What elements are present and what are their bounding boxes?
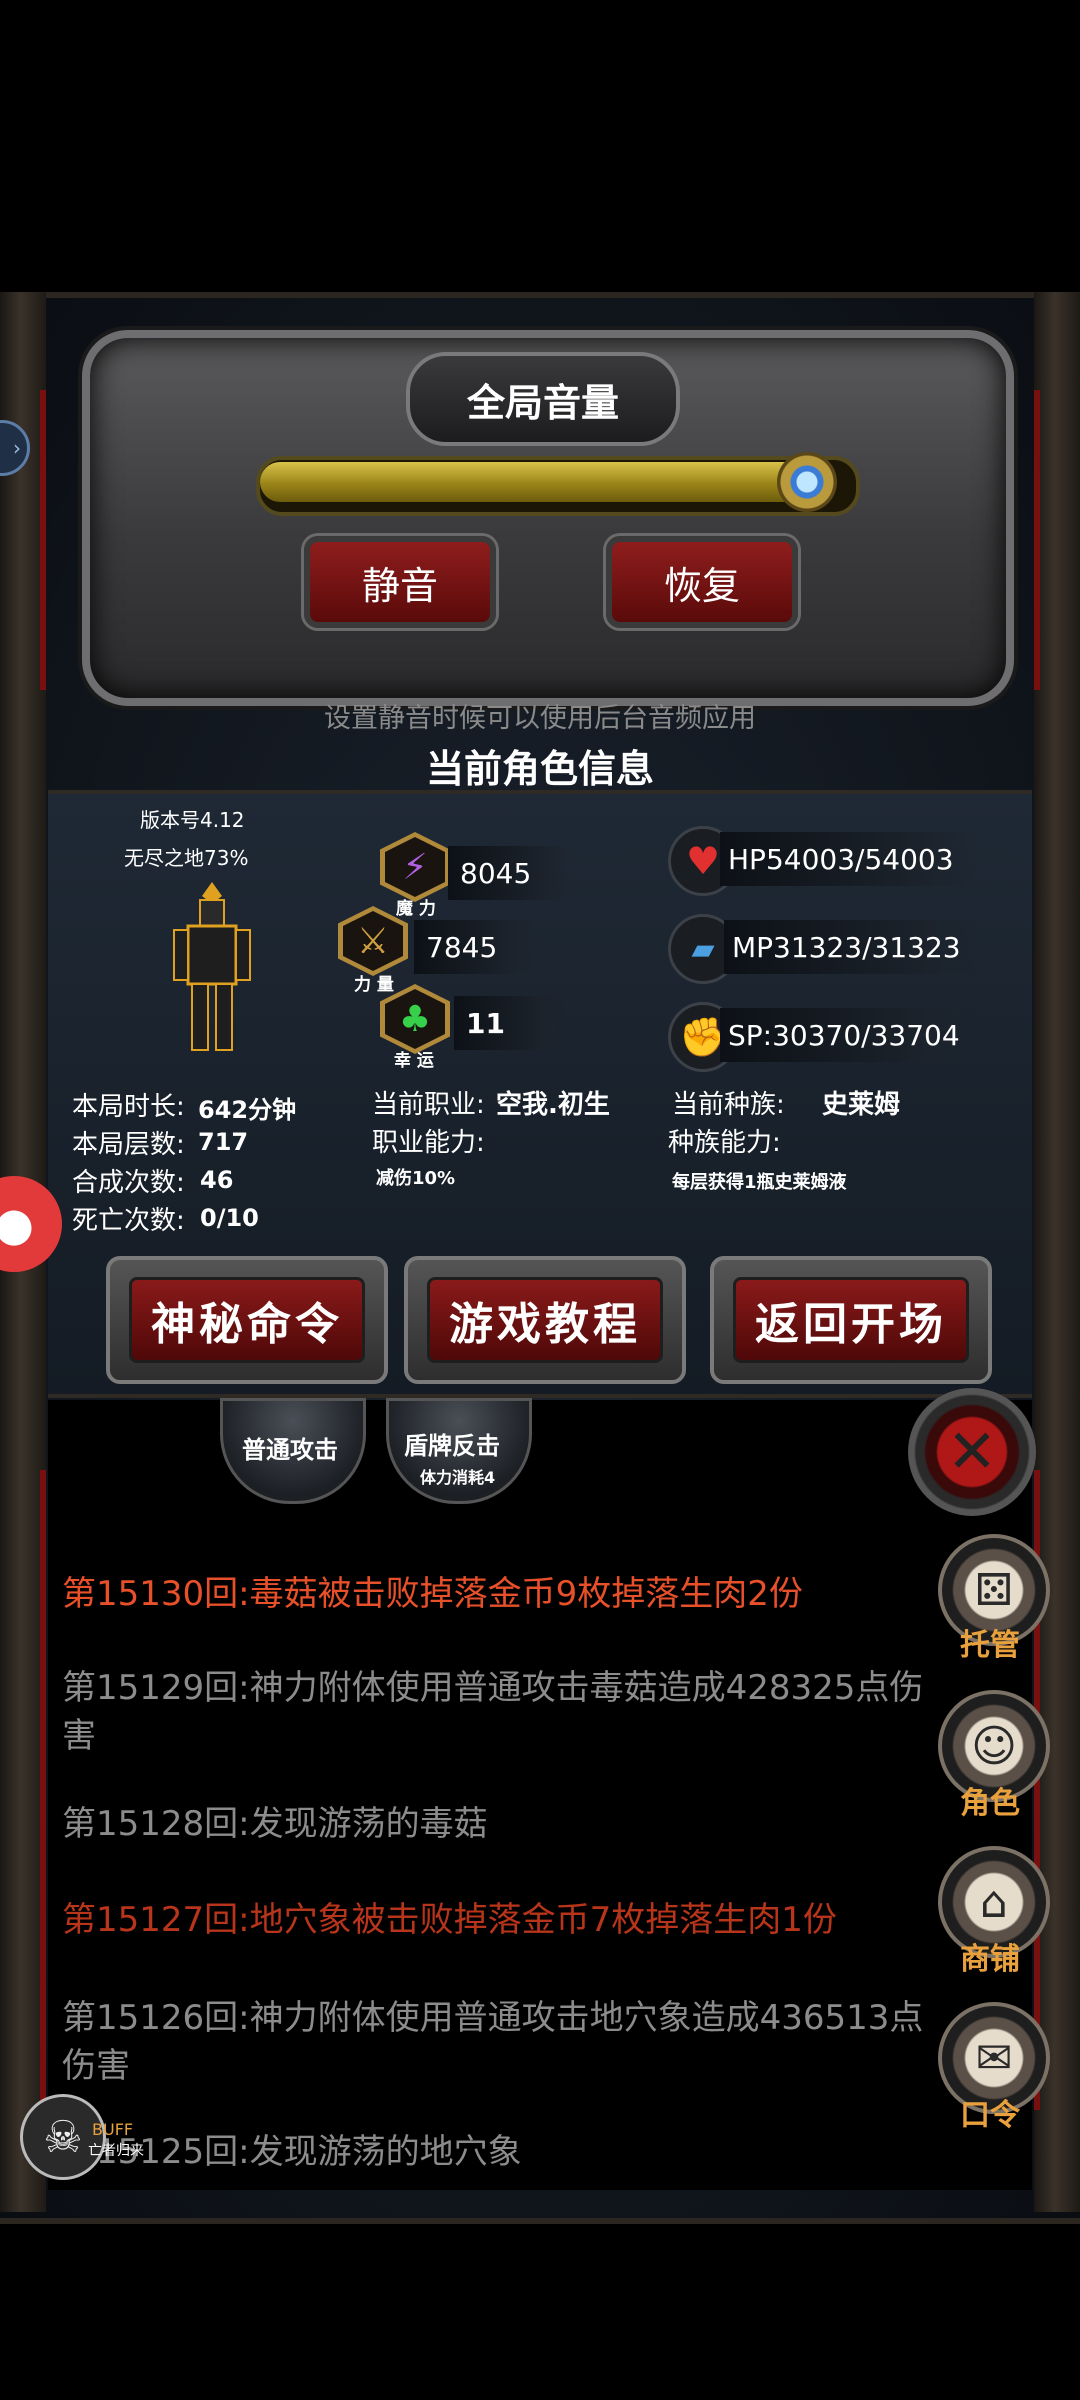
magic-value: 8045 [448,846,570,900]
strength-value: 7845 [414,920,536,974]
log-entry: 第15126回:神力附体使用普通攻击地穴象造成436513点伤害 [62,1998,924,2086]
normal-attack-label: 普通攻击 [242,1436,338,1464]
run-floors-label: 本局层数: [72,1130,185,1160]
back-to-start-label: 返回开场 [733,1277,969,1363]
job-value: 空我.初生 [496,1090,610,1120]
run-time-label: 本局时长: [72,1092,185,1122]
log-entry: 第15125回:发现游荡的地穴象 [62,2132,522,2166]
merge-count-label: 合成次数: [72,1168,185,1198]
auto-play-label[interactable]: 托管 [950,1620,1030,1664]
luck-label: 幸 运 [394,1051,434,1071]
luck-value: 11 [454,996,566,1050]
red-rail [1034,390,1040,690]
log-entry: 第15127回:地穴象被击败掉落金币7枚掉落生肉1份 [62,1900,837,1940]
version-label: 版本号4.12 [140,808,245,832]
character-sprite [173,882,251,1051]
death-count-label: 死亡次数: [72,1206,185,1236]
strength-label: 力 量 [354,975,394,995]
race-ability-label: 种族能力: [668,1128,781,1158]
run-time-value: 642分钟 [198,1096,297,1124]
job-ability-label: 职业能力: [372,1128,485,1158]
role-label[interactable]: 角色 [950,1778,1030,1822]
realm-progress: 无尽之地73% [124,846,249,870]
red-rail [40,390,46,690]
volume-hint: 设置静音时候可以使用后台音频应用 [324,703,756,734]
buff-tag: BUFF [92,2120,134,2139]
log-entry: 第15129回:神力附体使用普通攻击毒菇造成428325点伤害 [62,1668,924,1756]
volume-slider-knob[interactable] [777,452,837,512]
mp-value: MP31323/31323 [724,920,982,974]
shield-counter-label: 盾牌反击 [404,1432,500,1460]
death-count-value: 0/10 [200,1204,259,1232]
hp-value: HP54003/54003 [720,832,978,886]
mute-button[interactable]: 静音 [304,536,496,628]
tutorial-button[interactable]: 游戏教程 [404,1256,686,1384]
secret-command-label: 神秘命令 [129,1277,365,1363]
log-entry: 第15128回:发现游荡的毒菇 [62,1804,488,1844]
command-label[interactable]: 口令 [950,2090,1030,2134]
secret-command-button[interactable]: 神秘命令 [106,1256,388,1384]
race-ability-value: 每层获得1瓶史莱姆液 [672,1172,847,1193]
restore-button[interactable]: 恢复 [606,536,798,628]
merge-count-value: 46 [200,1166,234,1194]
race-label: 当前种族: [672,1090,785,1120]
volume-slider-fill [260,462,811,502]
volume-title: 全局音量 [406,352,680,446]
tutorial-label: 游戏教程 [427,1277,663,1363]
shop-label[interactable]: 商铺 [950,1934,1030,1978]
back-to-start-button[interactable]: 返回开场 [710,1256,992,1384]
run-floors-value: 717 [198,1128,249,1156]
character-section-title: 当前角色信息 [425,747,654,791]
shield-counter-cost: 体力消耗4 [420,1468,496,1487]
buff-name: 亡者归来 [88,2143,144,2159]
sp-value: SP:30370/33704 [720,1008,978,1062]
close-button[interactable]: ✕ [908,1388,1036,1516]
job-ability-value: 减伤10% [376,1168,456,1189]
log-entry: 第15130回:毒菇被击败掉落金币9枚掉落生肉2份 [62,1574,803,1614]
race-value: 史莱姆 [822,1090,901,1120]
magic-label: 魔 力 [396,899,436,919]
red-rail [40,1470,46,2110]
job-label: 当前职业: [372,1090,485,1120]
